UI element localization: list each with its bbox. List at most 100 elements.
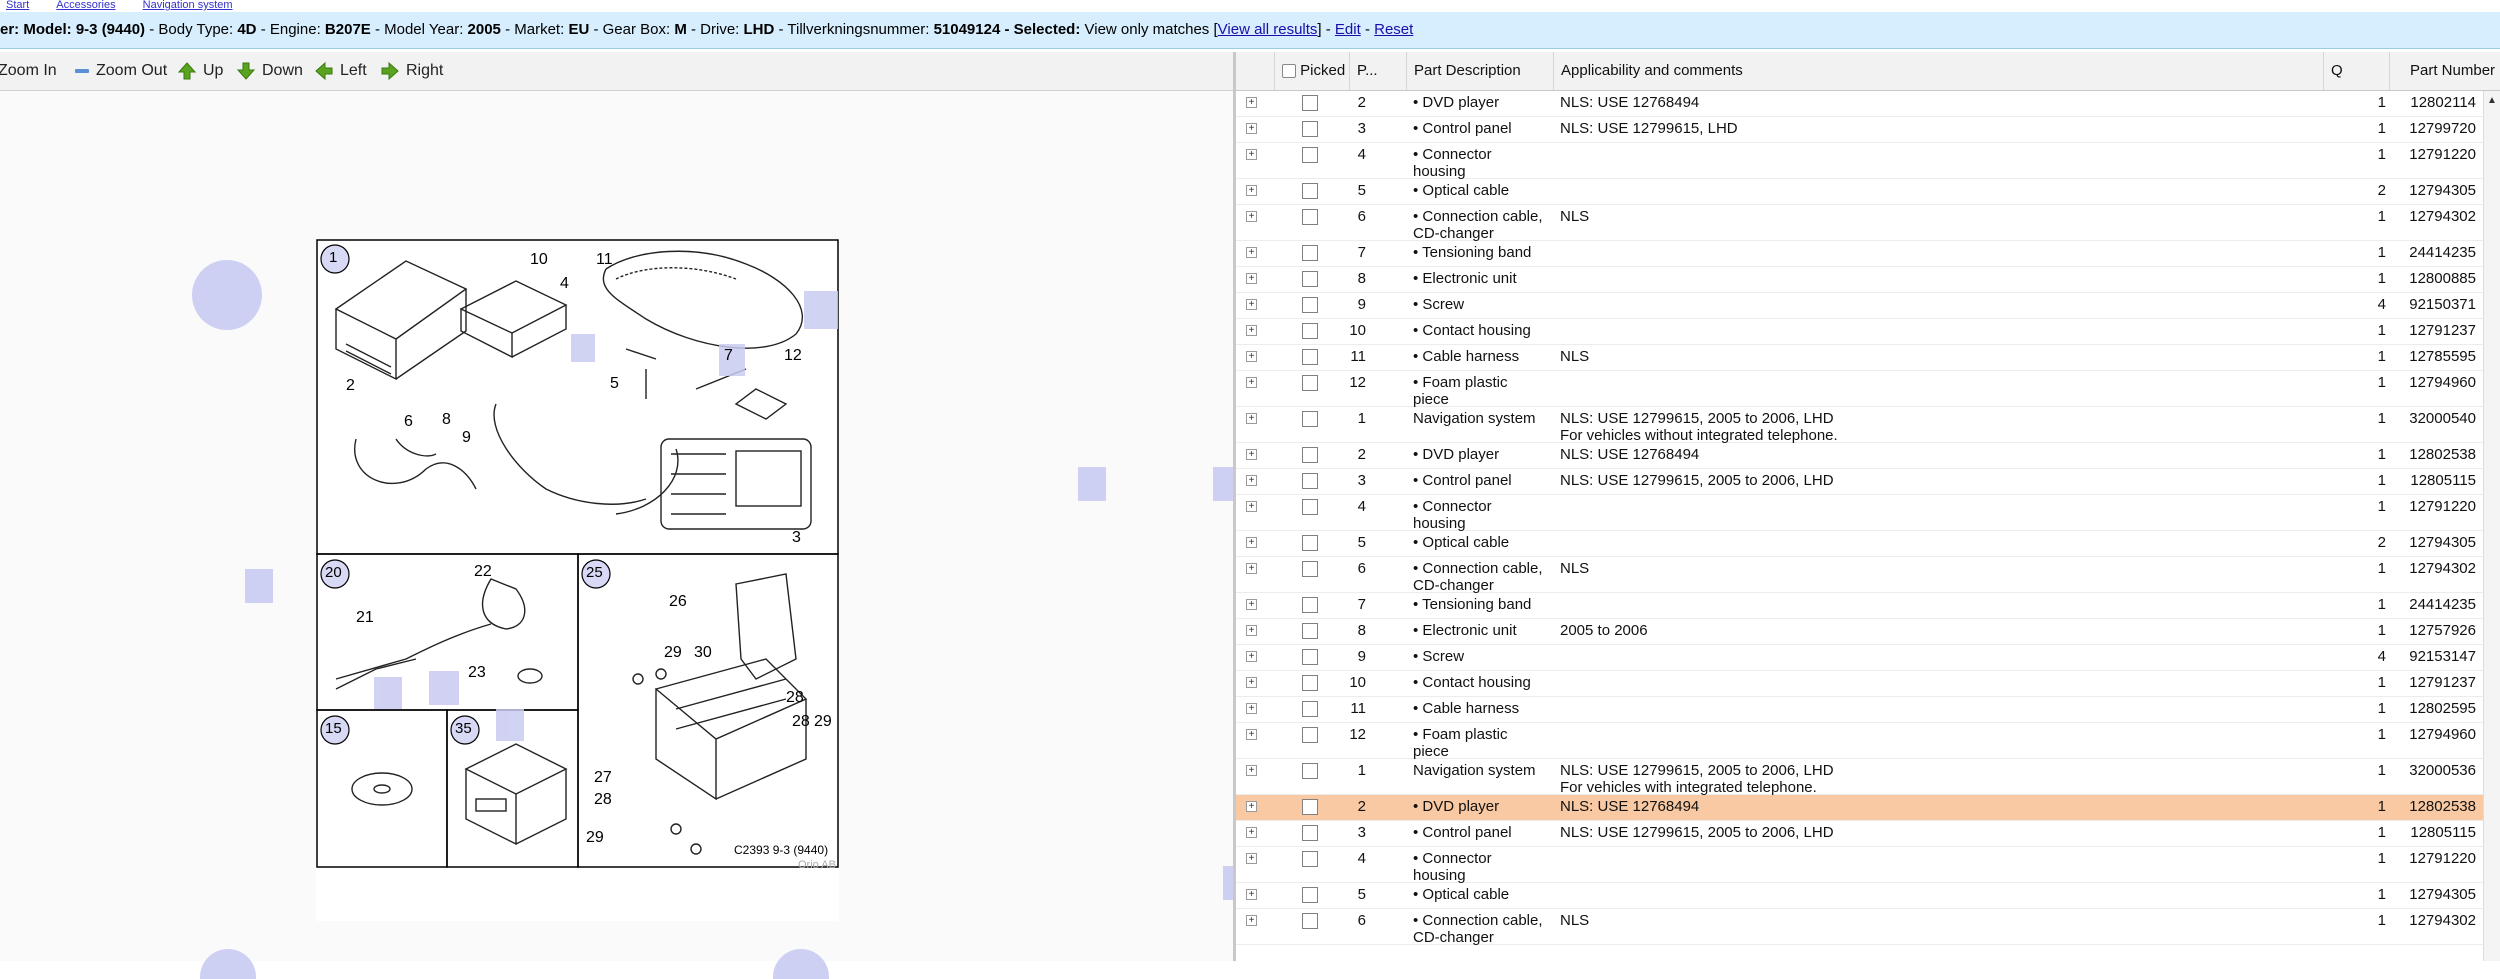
expand-icon[interactable]: + xyxy=(1246,915,1257,926)
expand-icon[interactable]: + xyxy=(1246,475,1257,486)
row-checkbox[interactable] xyxy=(1302,851,1318,867)
callout-7[interactable]: 7 xyxy=(724,347,733,365)
expand-icon[interactable]: + xyxy=(1246,449,1257,460)
callout-6[interactable]: 6 xyxy=(404,413,413,431)
row-checkbox[interactable] xyxy=(1302,597,1318,613)
callout-2[interactable]: 2 xyxy=(346,377,355,395)
expand-icon[interactable]: + xyxy=(1246,599,1257,610)
table-row[interactable]: + 4 • Connector housing 1 12791220 xyxy=(1236,847,2484,884)
breadcrumb-link-1[interactable]: Accessories xyxy=(56,0,115,11)
table-row[interactable]: + 7 • Tensioning band 1 24414235 xyxy=(1236,241,2484,267)
row-checkbox[interactable] xyxy=(1302,349,1318,365)
view-all-results-link[interactable]: View all results xyxy=(1218,21,1318,38)
table-row[interactable]: + 10 • Contact housing 1 12791237 xyxy=(1236,319,2484,345)
row-checkbox[interactable] xyxy=(1302,887,1318,903)
row-checkbox[interactable] xyxy=(1302,447,1318,463)
row-checkbox[interactable] xyxy=(1302,271,1318,287)
row-checkbox[interactable] xyxy=(1302,623,1318,639)
table-row[interactable]: + 8 • Electronic unit 1 12800885 xyxy=(1236,267,2484,293)
expand-icon[interactable]: + xyxy=(1246,325,1257,336)
table-row[interactable]: + 12 • Foam plastic piece 1 12794960 xyxy=(1236,371,2484,408)
callout-28[interactable]: 28 xyxy=(786,689,804,707)
row-checkbox[interactable] xyxy=(1302,913,1318,929)
expand-icon[interactable]: + xyxy=(1246,853,1257,864)
expand-icon[interactable]: + xyxy=(1246,299,1257,310)
callout-29[interactable]: 29 xyxy=(664,644,682,662)
table-row[interactable]: + 4 • Connector housing 1 12791220 xyxy=(1236,495,2484,532)
reset-link[interactable]: Reset xyxy=(1374,21,1413,38)
callout-3[interactable]: 3 xyxy=(792,529,801,547)
row-checkbox[interactable] xyxy=(1302,95,1318,111)
header-part-number[interactable]: Part Number xyxy=(2389,52,2500,90)
down-button[interactable]: Down xyxy=(236,52,303,90)
header-q[interactable]: Q xyxy=(2323,52,2389,90)
row-checkbox[interactable] xyxy=(1302,535,1318,551)
expand-icon[interactable]: + xyxy=(1246,889,1257,900)
expand-icon[interactable]: + xyxy=(1246,729,1257,740)
select-all-checkbox[interactable] xyxy=(1282,64,1296,79)
row-checkbox[interactable] xyxy=(1302,473,1318,489)
table-row[interactable]: + 1 Navigation system NLS: USE 12799615,… xyxy=(1236,759,2484,796)
callout-8[interactable]: 8 xyxy=(442,411,451,429)
row-checkbox[interactable] xyxy=(1302,701,1318,717)
table-row[interactable]: + 10 • Contact housing 1 12791237 xyxy=(1236,671,2484,697)
expand-icon[interactable]: + xyxy=(1246,703,1257,714)
expand-icon[interactable]: + xyxy=(1246,97,1257,108)
callout-22[interactable]: 22 xyxy=(474,563,492,581)
zoom-out-button[interactable]: Zoom Out xyxy=(74,52,167,90)
table-row[interactable]: + 2 • DVD player NLS: USE 12768494 1 128… xyxy=(1236,91,2484,117)
row-checkbox[interactable] xyxy=(1302,763,1318,779)
left-button[interactable]: Left xyxy=(314,52,367,90)
row-checkbox[interactable] xyxy=(1302,297,1318,313)
row-checkbox[interactable] xyxy=(1302,727,1318,743)
expand-icon[interactable]: + xyxy=(1246,563,1257,574)
table-row[interactable]: + 3 • Control panel NLS: USE 12799615, L… xyxy=(1236,117,2484,143)
callout-10[interactable]: 10 xyxy=(530,251,548,269)
right-button[interactable]: Right xyxy=(380,52,443,90)
table-row[interactable]: + 5 • Optical cable 2 12794305 xyxy=(1236,531,2484,557)
hotspot-marker[interactable] xyxy=(1078,467,1106,501)
hotspot-marker[interactable] xyxy=(192,260,262,330)
edit-link[interactable]: Edit xyxy=(1335,21,1361,38)
expand-icon[interactable]: + xyxy=(1246,651,1257,662)
table-row[interactable]: + 6 • Connection cable, CD-changer NLS 1 … xyxy=(1236,557,2484,594)
expand-icon[interactable]: + xyxy=(1246,801,1257,812)
expand-icon[interactable]: + xyxy=(1246,501,1257,512)
row-checkbox[interactable] xyxy=(1302,183,1318,199)
expand-icon[interactable]: + xyxy=(1246,537,1257,548)
callout-29[interactable]: 29 xyxy=(586,829,604,847)
expand-icon[interactable]: + xyxy=(1246,247,1257,258)
table-row[interactable]: + 9 • Screw 4 92153147 xyxy=(1236,645,2484,671)
row-checkbox[interactable] xyxy=(1302,375,1318,391)
callout-11[interactable]: 11 xyxy=(596,251,613,269)
expand-icon[interactable]: + xyxy=(1246,765,1257,776)
callout-26[interactable]: 26 xyxy=(669,593,687,611)
table-row[interactable]: + 5 • Optical cable 1 12794305 xyxy=(1236,883,2484,909)
table-row[interactable]: + 4 • Connector housing 1 12791220 xyxy=(1236,143,2484,180)
table-scrollbar[interactable]: ▲ xyxy=(2483,91,2500,961)
header-app[interactable]: Applicability and comments xyxy=(1553,52,2323,90)
callout-9[interactable]: 9 xyxy=(462,429,471,447)
row-checkbox[interactable] xyxy=(1302,649,1318,665)
zoom-in-button[interactable]: Zoom In xyxy=(0,52,57,90)
table-row[interactable]: + 3 • Control panel NLS: USE 12799615, 2… xyxy=(1236,821,2484,847)
expand-icon[interactable]: + xyxy=(1246,185,1257,196)
hotspot-marker[interactable] xyxy=(245,569,273,603)
row-checkbox[interactable] xyxy=(1302,411,1318,427)
hotspot-marker[interactable] xyxy=(1223,866,1233,900)
row-checkbox[interactable] xyxy=(1302,147,1318,163)
up-button[interactable]: Up xyxy=(177,52,223,90)
row-checkbox[interactable] xyxy=(1302,209,1318,225)
expand-icon[interactable]: + xyxy=(1246,273,1257,284)
callout-29[interactable]: 29 xyxy=(814,713,832,731)
row-checkbox[interactable] xyxy=(1302,799,1318,815)
callout-21[interactable]: 21 xyxy=(356,609,374,627)
callout-12[interactable]: 12 xyxy=(784,347,802,365)
exploded-parts-diagram[interactable]: 1 20 25 15 35 10 4 11 2 8 9 6 7 12 5 3 2… xyxy=(316,239,839,921)
row-checkbox[interactable] xyxy=(1302,825,1318,841)
table-row[interactable]: + 2 • DVD player NLS: USE 12768494 1 128… xyxy=(1236,795,2484,821)
table-row[interactable]: + 2 • DVD player NLS: USE 12768494 1 128… xyxy=(1236,443,2484,469)
hotspot-marker[interactable] xyxy=(200,949,256,979)
breadcrumb-link-2[interactable]: Navigation system xyxy=(143,0,233,11)
callout-5[interactable]: 5 xyxy=(610,375,619,393)
